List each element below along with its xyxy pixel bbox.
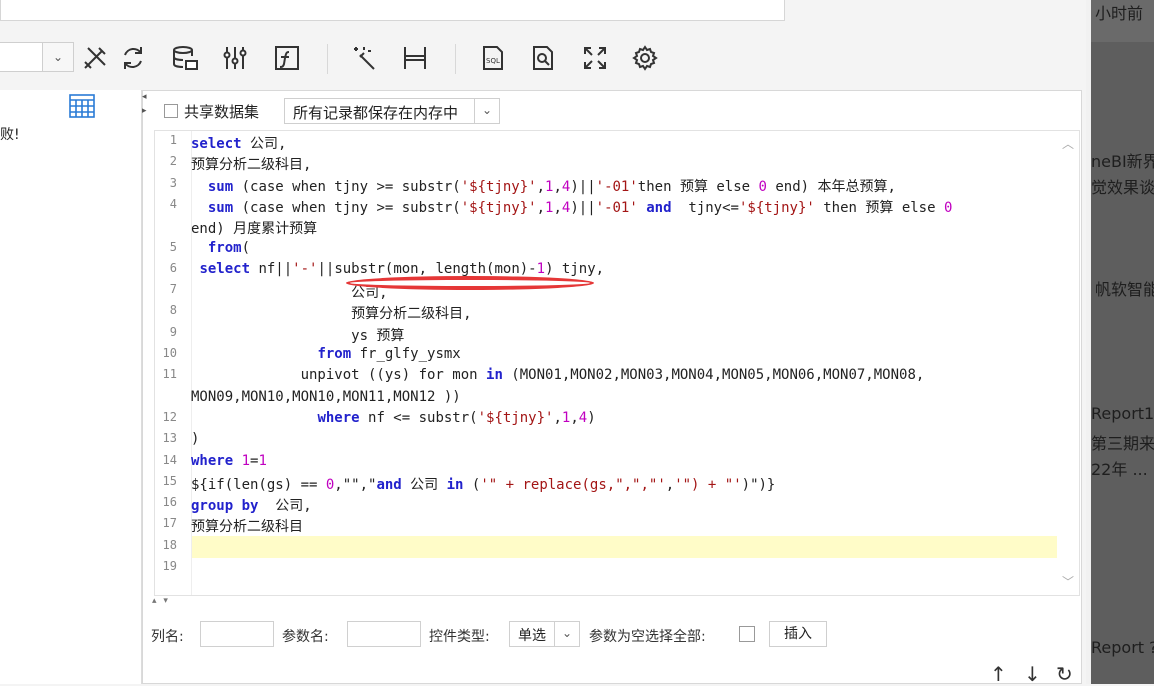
scroll-up-icon[interactable]: ︿ — [1059, 135, 1077, 153]
column-split-icon[interactable] — [398, 40, 432, 76]
resize-arrows-icon[interactable]: ▴ ▾ — [152, 596, 170, 606]
collapse-toggle-icon[interactable]: ◂ ▸ — [142, 90, 152, 118]
right-panel-item: 小时前 — [1095, 4, 1144, 23]
control-type-select[interactable]: 单选 ⌄ — [509, 621, 580, 647]
right-panel-item: 第三期来 — [1091, 434, 1154, 453]
param-name-label: 参数名: — [282, 629, 329, 645]
code-line: from( — [207, 239, 251, 256]
line-number: 8 — [169, 303, 177, 318]
code-line: ys 预算 — [191, 327, 405, 344]
line-number: 16 — [162, 495, 177, 510]
column-name-label: 列名: — [151, 629, 184, 645]
code-line: select nf||'-'||substr(mon, length(mon)-… — [199, 260, 605, 277]
code-line: from fr_glfy_ysmx — [317, 346, 461, 362]
right-panel-item: Report ? — [1091, 638, 1154, 657]
line-number: 3 — [169, 175, 177, 190]
line-number-gutter: 1 2 3 4 5 6 7 8 9 10 11 12 13 14 15 16 17 18 19 — [155, 131, 192, 595]
line-number: 7 — [169, 282, 177, 297]
code-line: sum (case when tjny >= substr('${tjny}',… — [207, 178, 896, 195]
toolbar-divider — [327, 44, 328, 74]
calendar-icon[interactable] — [68, 92, 96, 120]
line-number: 1 — [169, 133, 177, 147]
svg-text:SQL: SQL — [486, 57, 500, 65]
formula-icon[interactable] — [270, 40, 304, 76]
red-annotation-ellipse — [346, 276, 594, 290]
select-all-checkbox[interactable] — [739, 626, 755, 642]
right-panel-item: 觉效果谈 — [1091, 178, 1154, 197]
line-number: 2 — [169, 154, 177, 169]
control-type-value: 单选 — [518, 628, 546, 644]
code-line: 预算分析二级科目 — [191, 519, 303, 536]
settings-icon[interactable] — [628, 40, 662, 76]
move-up-icon[interactable]: ↑ — [990, 662, 1007, 686]
line-number: 10 — [162, 346, 177, 360]
chevron-down-icon[interactable]: ⌄ — [554, 622, 579, 646]
top-input[interactable] — [0, 0, 785, 21]
current-line-highlight — [191, 536, 1057, 558]
line-number: 11 — [162, 367, 177, 382]
param-name-input[interactable] — [347, 621, 421, 647]
code-line: 预算分析二级科目, — [191, 306, 472, 323]
left-pane: 败! — [0, 90, 142, 684]
scroll-down-icon[interactable]: ﹀ — [1059, 573, 1077, 591]
line-number: 18 — [162, 537, 177, 552]
code-line: select 公司, — [191, 136, 287, 152]
search-file-icon[interactable] — [526, 40, 560, 76]
right-panel-item: neBI新界 — [1091, 152, 1154, 171]
storage-mode-select[interactable]: 所有记录都保存在内存中 ⌄ — [284, 98, 500, 124]
left-pane-message: 败! — [0, 127, 20, 143]
magic-wand-icon[interactable] — [348, 40, 382, 76]
storage-mode-value: 所有记录都保存在内存中 — [293, 104, 459, 122]
code-line: where 1=1 — [191, 452, 267, 469]
datasource-dropdown[interactable]: ⌄ — [0, 42, 74, 72]
line-number: 4 — [169, 196, 177, 211]
line-number: 6 — [169, 260, 177, 275]
control-type-label: 控件类型: — [429, 629, 490, 645]
insert-button[interactable]: 插入 — [769, 621, 827, 647]
line-number: 14 — [162, 452, 177, 467]
code-line: ) — [191, 431, 200, 448]
select-all-label: 参数为空选择全部: — [589, 629, 706, 645]
right-side-panel: 小时前 neBI新界 觉效果谈 帆软智能 Report1 第三期来 22年 ..… — [1086, 0, 1154, 684]
code-line: where nf <= substr('${tjny}',1,4) — [317, 409, 596, 426]
column-name-input[interactable] — [200, 621, 274, 647]
code-line: unpivot ((ys) for mon in (MON01,MON02,MO… — [191, 367, 925, 384]
line-number: 15 — [162, 473, 177, 488]
right-panel-item: 22年 ... — [1091, 460, 1148, 479]
line-number: 5 — [169, 239, 177, 254]
sql-file-icon[interactable]: SQL — [476, 40, 510, 76]
line-number: 9 — [169, 324, 177, 339]
expand-icon[interactable] — [578, 40, 612, 76]
tools-icon[interactable] — [78, 40, 112, 76]
shared-dataset-checkbox[interactable] — [164, 104, 178, 118]
sql-database-icon[interactable] — [168, 40, 202, 76]
sliders-icon[interactable] — [218, 40, 252, 76]
code-line: ${if(len(gs) == 0,"","and 公司 in ('" + re… — [191, 476, 776, 493]
code-line: end) 月度累计预算 — [191, 221, 318, 238]
code-line: 预算分析二级科目, — [191, 157, 312, 174]
code-line: group by 公司, — [191, 498, 312, 515]
code-line: sum (case when tjny >= substr('${tjny}',… — [207, 199, 953, 216]
line-number: 19 — [162, 559, 177, 573]
right-panel-item: Report1 — [1091, 404, 1154, 423]
chevron-down-icon[interactable]: ⌄ — [42, 43, 73, 71]
shared-dataset-label: 共享数据集 — [184, 103, 260, 121]
right-panel-item: 帆软智能 — [1095, 280, 1154, 299]
move-down-icon[interactable]: ↓ — [1024, 662, 1041, 686]
refresh-icon[interactable] — [116, 40, 150, 76]
line-number: 17 — [162, 516, 177, 531]
chevron-down-icon[interactable]: ⌄ — [474, 99, 499, 123]
toolbar-divider — [455, 44, 456, 74]
code-line: MON09,MON10,MON10,MON11,MON12 )) — [191, 388, 461, 405]
reload-icon[interactable]: ↻ — [1056, 662, 1073, 686]
line-number: 12 — [162, 409, 177, 424]
sql-editor[interactable]: 1 2 3 4 5 6 7 8 9 10 11 12 13 14 15 16 17 18 19 select 公司,… — [154, 130, 1080, 596]
line-number: 13 — [162, 431, 177, 446]
